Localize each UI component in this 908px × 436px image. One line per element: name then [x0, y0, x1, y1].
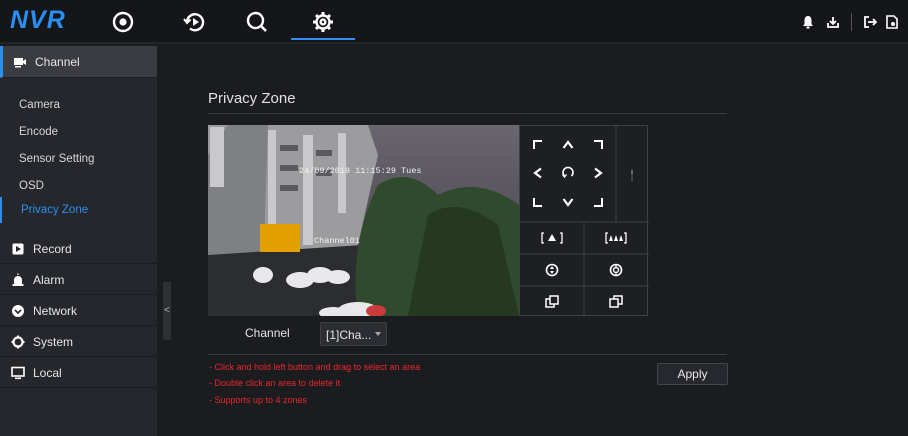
title-divider [208, 113, 727, 114]
active-tab-indicator [291, 38, 355, 40]
playback-button[interactable] [181, 9, 209, 35]
sidebar-section-local[interactable]: Local [0, 358, 157, 388]
arrow-upright-icon [594, 140, 603, 149]
download-icon [827, 17, 839, 28]
playback-icon [183, 13, 205, 32]
ptz-downright-button[interactable] [584, 189, 612, 215]
logout-button[interactable] [862, 14, 878, 30]
arrow-up-icon [562, 140, 574, 149]
rotate-icon [561, 166, 574, 179]
sidebar-section-system[interactable]: System [0, 327, 157, 357]
video-preview[interactable]: 24/09/2019 11:15:29 Tues Channel01 [208, 125, 519, 316]
zoom-in-icon [541, 232, 563, 244]
hint-text: - Double click an area to delete it [209, 378, 341, 388]
sidebar-section-record[interactable]: Record [0, 234, 157, 264]
channel-label: Channel [245, 326, 290, 340]
arrow-down-icon [562, 198, 574, 207]
alarm-button[interactable] [800, 14, 816, 30]
apply-button[interactable]: Apply [657, 363, 728, 385]
sidebar-item-sensor-setting[interactable]: Sensor Setting [0, 146, 157, 172]
gear-icon [313, 12, 333, 32]
ptz-speed-value: 6 [629, 147, 635, 157]
sidebar-collapse-handle[interactable]: < [163, 282, 171, 340]
ptz-upleft-button[interactable] [524, 132, 552, 158]
ptz-rotate-button[interactable] [554, 160, 582, 186]
focus-near-button[interactable] [522, 258, 582, 282]
zoom-in-button[interactable] [522, 226, 582, 250]
live-view-icon [112, 11, 134, 33]
monitor-icon [11, 366, 25, 380]
iris-close-icon [609, 295, 623, 308]
sidebar-item-privacy-zone[interactable]: Privacy Zone [0, 197, 157, 223]
channel-select[interactable]: [1]Cha... [320, 322, 387, 346]
focus-far-button[interactable] [586, 258, 646, 282]
iris-close-button[interactable] [586, 290, 646, 314]
settings-button[interactable] [309, 9, 337, 35]
slider-track-icon [631, 168, 633, 182]
ptz-right-button[interactable] [584, 160, 612, 186]
lock-icon [886, 15, 898, 29]
channel-select-value: [1]Cha... [326, 328, 372, 342]
alarm-icon [11, 273, 25, 287]
osd-timestamp: 24/09/2019 11:15:29 Tues [299, 166, 421, 176]
privacy-zone-mask[interactable] [260, 224, 300, 252]
logout-icon [864, 16, 878, 28]
lock-button[interactable] [884, 14, 900, 30]
record-icon [11, 242, 25, 256]
sidebar-item-osd[interactable]: OSD [0, 173, 157, 199]
hint-text: - Supports up to 4 zones [209, 395, 308, 405]
system-gear-icon [11, 335, 25, 349]
ptz-left-button[interactable] [524, 160, 552, 186]
ptz-upright-button[interactable] [584, 132, 612, 158]
toolbar-divider [851, 13, 852, 31]
ptz-control-panel: 6 [519, 125, 649, 317]
sidebar-section-alarm[interactable]: Alarm [0, 265, 157, 295]
zoom-out-icon [605, 232, 627, 244]
ptz-up-button[interactable] [554, 132, 582, 158]
alarm-bell-icon [803, 16, 813, 29]
focus-far-icon [609, 263, 623, 277]
download-button[interactable] [825, 14, 841, 30]
sidebar-section-channel[interactable]: Channel [0, 46, 157, 78]
arrow-downright-icon [594, 198, 603, 207]
nvr-logo: NVR [10, 6, 66, 34]
live-view-button[interactable] [109, 9, 137, 35]
hint-text: - Click and hold left button and drag to… [209, 362, 421, 372]
search-icon [246, 11, 267, 32]
top-bar: NVR [0, 0, 908, 44]
sidebar-item-encode[interactable]: Encode [0, 119, 157, 145]
sidebar: Channel Camera Encode Sensor Setting OSD… [0, 46, 157, 436]
camera-icon [13, 55, 27, 69]
page-title: Privacy Zone [208, 90, 296, 107]
ptz-down-button[interactable] [554, 189, 582, 215]
sidebar-item-camera[interactable]: Camera [0, 92, 157, 118]
hint-divider [208, 354, 727, 355]
iris-open-button[interactable] [522, 290, 582, 314]
camera-scene-image: 24/09/2019 11:15:29 Tues Channel01 [208, 125, 519, 316]
arrow-upleft-icon [533, 140, 542, 149]
search-button[interactable] [243, 9, 271, 35]
arrow-left-icon [533, 167, 542, 179]
chevron-down-icon [375, 332, 381, 336]
arrow-right-icon [594, 167, 603, 179]
focus-near-icon [545, 263, 559, 277]
iris-open-icon [545, 295, 559, 308]
sidebar-section-network[interactable]: Network [0, 296, 157, 326]
ptz-downleft-button[interactable] [524, 189, 552, 215]
network-icon [11, 304, 25, 318]
zoom-out-button[interactable] [586, 226, 646, 250]
arrow-downleft-icon [533, 198, 542, 207]
osd-channel-name: Channel01 [314, 236, 360, 246]
